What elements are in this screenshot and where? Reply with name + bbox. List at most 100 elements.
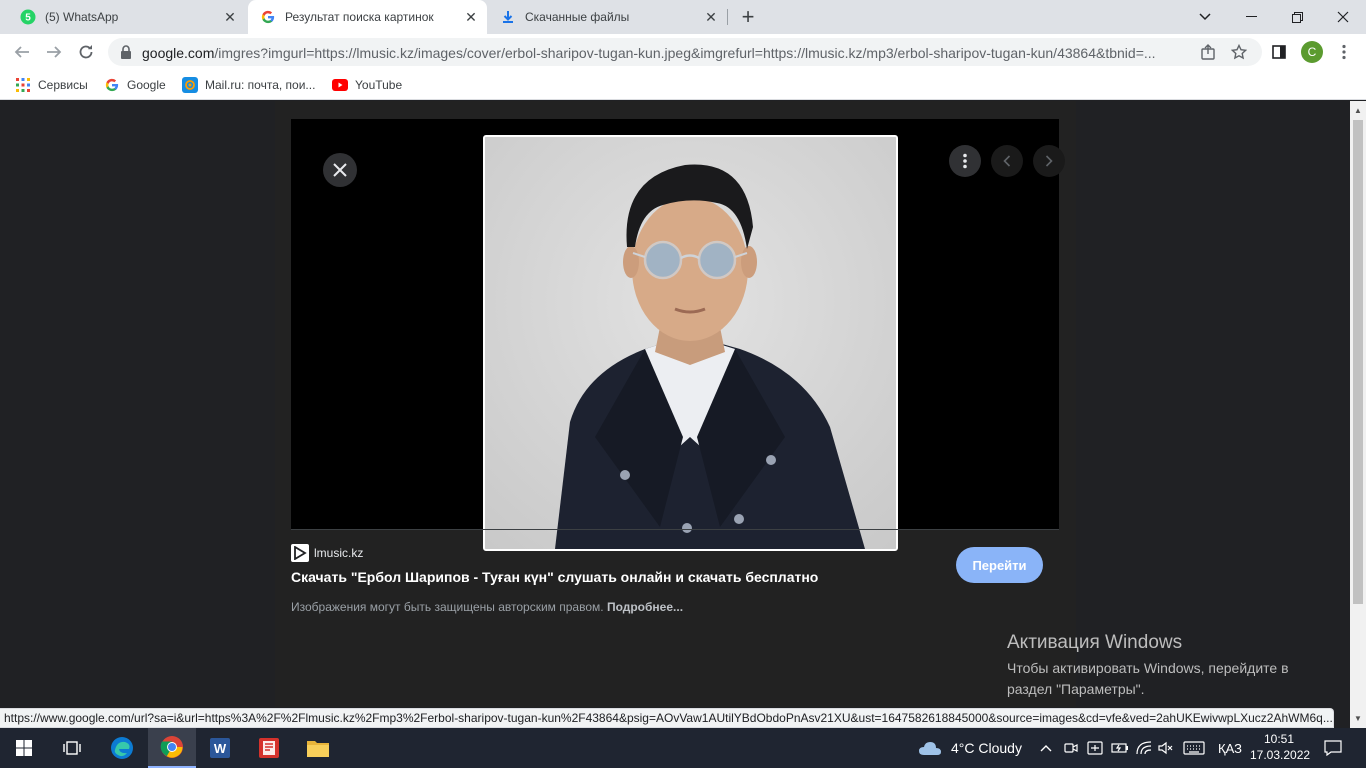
chevron-right-icon [1045,155,1053,167]
bookmark-services[interactable]: Сервисы [15,77,88,93]
close-tab-icon[interactable]: ✕ [463,9,479,25]
scrollbar-thumb[interactable] [1353,120,1363,604]
side-panel-icon [1272,45,1286,59]
scroll-down-icon[interactable]: ▼ [1354,714,1362,723]
pdf-app-icon [259,738,279,758]
scroll-up-icon[interactable]: ▲ [1354,106,1362,115]
copyright-notice: Изображения могут быть защищены авторски… [291,600,683,614]
lmusic-icon [291,544,309,562]
url-text[interactable]: google.com/imgres?imgurl=https://lmusic.… [142,45,1192,61]
bookmark-label: Google [127,78,166,92]
visit-button[interactable]: Перейти [956,547,1043,583]
browser-toolbar: google.com/imgres?imgurl=https://lmusic.… [0,34,1366,70]
tab-title: (5) WhatsApp [45,10,119,24]
previous-image-button[interactable] [991,145,1023,177]
close-preview-button[interactable] [323,153,357,187]
cloud-icon [919,742,941,755]
input-language-button[interactable]: ҚАЗ [1218,728,1242,768]
folder-icon [307,741,329,757]
bookmark-google[interactable]: Google [104,77,166,93]
tab-title: Результат поиска картинок [285,10,434,24]
show-hidden-icons-button[interactable] [1040,728,1052,768]
close-tab-icon[interactable]: ✕ [222,9,238,25]
weather-text: 4°C Cloudy [951,740,1022,756]
page-scrollbar[interactable]: ▲ ▼ [1350,101,1366,728]
keyboard-icon [1183,741,1205,755]
bookmark-youtube[interactable]: YouTube [332,77,402,93]
minimize-button[interactable] [1228,0,1274,34]
svg-text:W: W [214,741,227,756]
learn-more-link[interactable]: Подробнее... [607,600,683,614]
new-tab-button[interactable]: + [737,4,759,29]
address-bar[interactable]: google.com/imgres?imgurl=https://lmusic.… [108,38,1262,66]
image-preview-panel: lmusic.kz Скачать "Ербол Шарипов - Туған… [275,101,1076,707]
tray-app-button[interactable] [1087,728,1103,768]
arrow-left-icon [14,46,29,58]
task-view-icon [63,741,81,755]
result-title-link[interactable]: Скачать "Ербол Шарипов - Туған күн" слуш… [291,569,818,585]
taskbar-file-explorer[interactable] [294,728,342,768]
back-button[interactable] [8,38,36,66]
taskbar-chrome[interactable] [148,728,196,768]
touch-keyboard-button[interactable] [1183,728,1205,768]
taskbar-app-red[interactable] [245,728,293,768]
volume-button[interactable] [1158,728,1174,768]
system-clock[interactable]: 10:51 17.03.2022 [1250,731,1310,763]
tray-app-icon [1087,741,1103,755]
battery-charging-icon [1111,743,1128,753]
mailru-icon [182,77,198,93]
kebab-menu-icon [963,153,967,169]
wifi-icon [1136,741,1152,755]
taskbar-edge[interactable] [98,728,146,768]
close-tab-icon[interactable]: ✕ [703,9,719,25]
lock-icon[interactable] [120,45,132,64]
copyright-text: Изображения могут быть защищены авторски… [291,600,604,614]
meet-now-button[interactable] [1064,728,1078,768]
taskbar-word[interactable]: W [196,728,244,768]
google-icon [260,9,276,25]
menu-button[interactable] [1330,38,1358,66]
chevron-down-icon [1199,13,1211,21]
bookmark-label: Mail.ru: почта, пои... [205,78,316,92]
share-icon[interactable] [1199,44,1217,60]
bookmarks-bar: Сервисы Google Mail.ru: почта, пои... Yo… [0,70,1366,100]
next-image-button[interactable] [1033,145,1065,177]
preview-image[interactable] [483,135,898,551]
forward-button[interactable] [40,38,68,66]
download-icon [500,9,516,25]
chrome-icon [160,736,183,758]
tab-image-search[interactable]: Результат поиска картинок ✕ [248,0,487,34]
tab-whatsapp[interactable]: 5 (5) WhatsApp ✕ [8,0,246,34]
tab-search-button[interactable] [1182,0,1228,34]
restore-button[interactable] [1274,0,1320,34]
network-button[interactable] [1136,728,1152,768]
battery-button[interactable] [1111,728,1129,768]
person-photo-illustration [485,137,896,549]
close-window-button[interactable] [1320,0,1366,34]
windows-logo-icon [16,740,32,756]
divider [291,529,1059,530]
tab-downloads[interactable]: Скачанные файлы ✕ [488,0,727,34]
source-site[interactable]: lmusic.kz [291,543,363,563]
reload-button[interactable] [72,38,100,66]
windows-activation-watermark: Активация Windows Чтобы активировать Win… [1007,632,1327,700]
weather-widget[interactable]: 4°C Cloudy [918,728,1022,768]
windows-taskbar: W 4°C Cloudy ҚАЗ 10:51 17.03.2022 [0,728,1366,768]
clock-time: 10:51 [1263,732,1295,746]
side-panel-button[interactable] [1265,38,1293,66]
more-options-button[interactable] [949,145,981,177]
bookmark-mailru[interactable]: Mail.ru: почта, пои... [182,77,315,93]
task-view-button[interactable] [48,728,96,768]
camera-icon [1064,743,1078,753]
tab-strip: 5 (5) WhatsApp ✕ Результат поиска картин… [0,0,1366,34]
bookmark-star-icon[interactable] [1230,44,1248,60]
notification-icon [1324,740,1342,756]
start-button[interactable] [0,728,48,768]
close-icon [333,163,347,177]
chevron-up-icon [1040,745,1052,752]
profile-avatar[interactable]: C [1301,41,1323,63]
notifications-button[interactable] [1324,728,1342,768]
arrow-right-icon [47,46,62,58]
bookmark-label: YouTube [355,78,403,92]
whatsapp-icon: 5 [20,9,36,25]
